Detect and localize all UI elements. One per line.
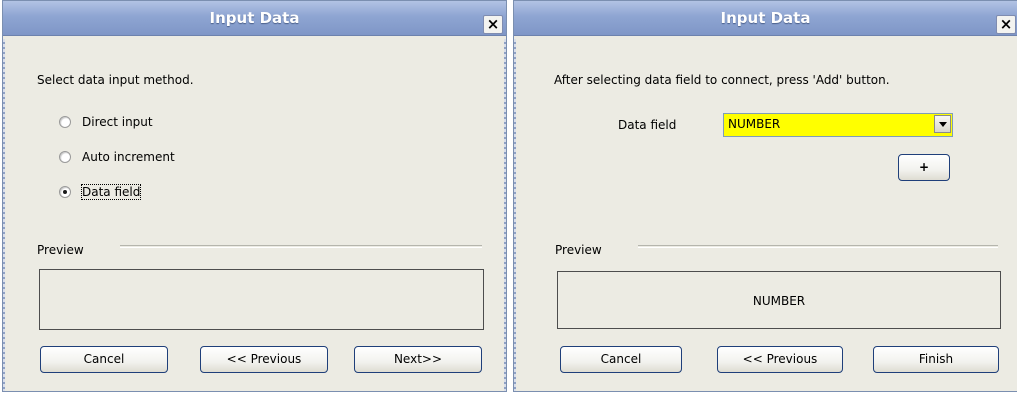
close-button[interactable]: × [996,15,1016,34]
instruction-text: After selecting data field to connect, p… [554,73,890,87]
right-resize-grip[interactable] [504,39,506,391]
title-bar: Input Data × [514,1,1017,36]
chevron-down-icon[interactable] [934,115,951,133]
preview-divider [638,245,998,248]
cancel-button[interactable]: Cancel [560,346,682,373]
preview-value: NUMBER [752,294,806,308]
add-button[interactable]: + [898,154,950,181]
finish-button[interactable]: Finish [873,346,999,373]
preview-divider [120,245,482,248]
radio-icon [59,151,71,163]
dialog-title: Input Data [720,9,811,27]
input-method-dialog: Input Data × Select data input method. D… [2,0,507,392]
close-button[interactable]: × [483,15,503,34]
radio-icon [59,116,71,128]
cancel-button[interactable]: Cancel [40,346,168,373]
data-field-dialog: Input Data × After selecting data field … [513,0,1017,392]
left-resize-grip[interactable] [3,39,5,391]
radio-label: Data field [80,184,142,200]
preview-label: Preview [37,243,84,257]
radio-label: Auto increment [82,150,175,164]
dialog-title: Input Data [209,9,300,27]
previous-button[interactable]: << Previous [200,346,328,373]
preview-box [39,269,484,330]
radio-label: Direct input [82,115,153,129]
radio-checked-icon [59,186,71,198]
left-resize-grip[interactable] [514,39,516,391]
close-icon: × [999,15,1013,33]
title-bar: Input Data × [3,1,506,36]
data-field-dropdown[interactable]: NUMBER [723,113,953,137]
next-button[interactable]: Next>> [354,346,482,373]
close-icon: × [486,15,500,33]
data-field-value: NUMBER [728,117,781,131]
data-field-label: Data field [618,118,677,132]
preview-label: Preview [555,243,602,257]
instruction-text: Select data input method. [37,73,194,87]
previous-button[interactable]: << Previous [717,346,843,373]
preview-box: NUMBER [557,271,1001,329]
